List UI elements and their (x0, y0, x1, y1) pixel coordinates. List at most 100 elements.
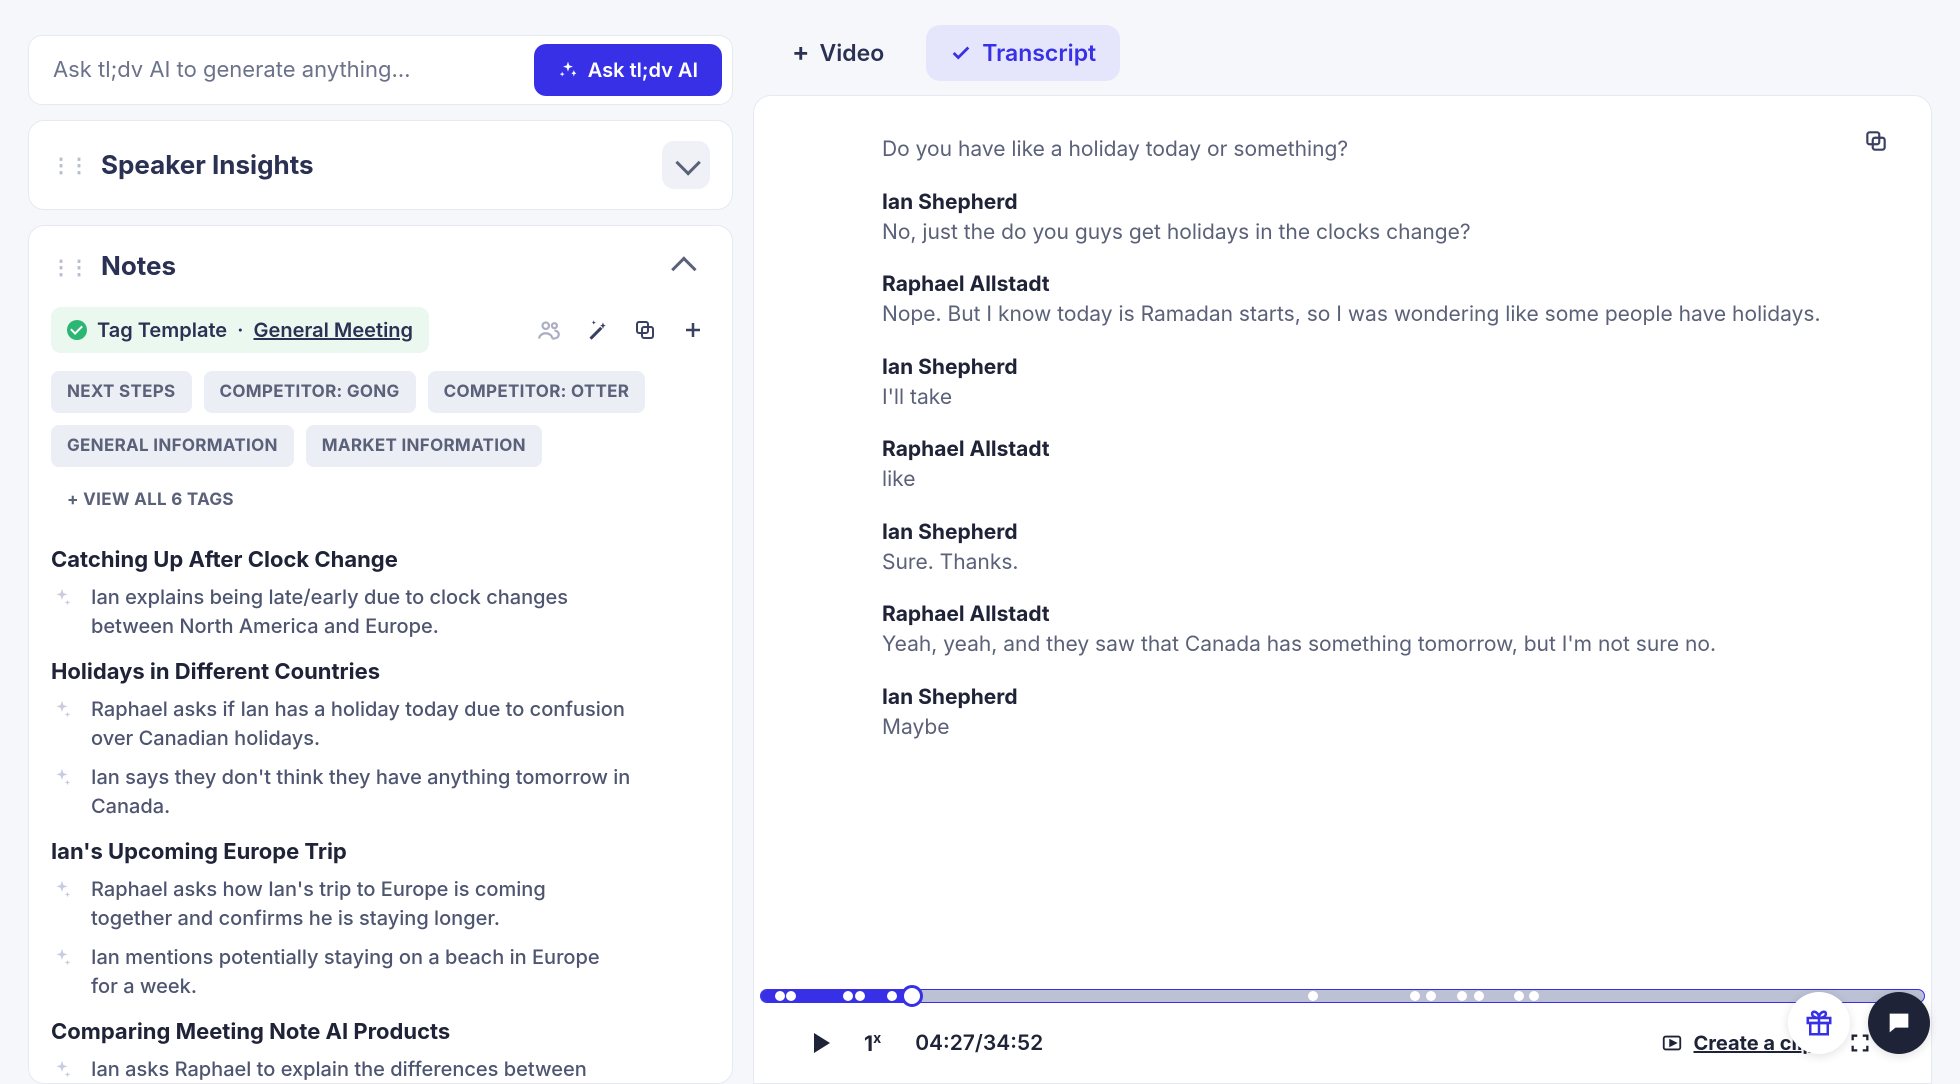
gift-button[interactable] (1788, 992, 1850, 1054)
transcript-line[interactable]: Raphael Allstadtlike (882, 437, 1871, 496)
transcript-speaker: Raphael Allstadt (882, 272, 1871, 297)
magic-wand-icon[interactable] (580, 313, 614, 347)
tag-template-label: Tag Template (97, 318, 227, 342)
note-section-title: Comparing Meeting Note AI Products (51, 1019, 710, 1045)
ask-bar: Ask tl;dv AI (28, 35, 733, 105)
copy-icon[interactable] (628, 313, 662, 347)
transcript-line[interactable]: Ian ShepherdNo, just the do you guys get… (882, 190, 1871, 249)
note-item[interactable]: Ian says they don't think they have anyt… (51, 763, 710, 821)
playback-time: 04:27/34:52 (915, 1031, 1043, 1056)
note-text: Ian explains being late/early due to clo… (91, 583, 631, 641)
chat-button[interactable] (1868, 992, 1930, 1054)
note-item[interactable]: Raphael asks if Ian has a holiday today … (51, 695, 710, 753)
speaker-insights-header[interactable]: ⋮⋮ Speaker Insights (29, 121, 732, 209)
tag-template-link[interactable]: General Meeting (254, 318, 414, 342)
timeline-marker[interactable] (1426, 991, 1436, 1001)
note-text: Ian says they don't think they have anyt… (91, 763, 631, 821)
transcript-body: Do you have like a holiday today or some… (754, 96, 1931, 989)
ask-button[interactable]: Ask tl;dv AI (534, 44, 722, 96)
chip-general-information[interactable]: GENERAL INFORMATION (51, 425, 294, 467)
chip-competitor-gong[interactable]: COMPETITOR: GONG (204, 371, 416, 413)
transcript-speaker: Raphael Allstadt (882, 437, 1871, 462)
transcript-text: Sure. Thanks. (882, 547, 1871, 579)
timeline-marker[interactable] (1410, 991, 1420, 1001)
transcript-line[interactable]: Raphael AllstadtYeah, yeah, and they saw… (882, 602, 1871, 661)
tab-video[interactable]: + Video (768, 25, 908, 81)
transcript-text: Nope. But I know today is Ramadan starts… (882, 299, 1871, 331)
chip-view-all[interactable]: + VIEW ALL 6 TAGS (51, 479, 250, 521)
plus-icon: + (792, 40, 810, 66)
speaker-insights-title: Speaker Insights (101, 150, 314, 181)
people-icon[interactable] (532, 313, 566, 347)
chip-next-steps[interactable]: NEXT STEPS (51, 371, 192, 413)
tab-transcript[interactable]: Transcript (926, 25, 1120, 81)
tab-video-label: Video (820, 39, 885, 67)
drag-handle-icon[interactable]: ⋮⋮ (51, 153, 87, 177)
collapse-button[interactable] (662, 243, 710, 291)
timeline-marker[interactable] (843, 991, 853, 1001)
timeline-marker[interactable] (786, 991, 796, 1001)
note-item[interactable]: Raphael asks how Ian's trip to Europe is… (51, 875, 710, 933)
ask-input[interactable] (51, 56, 522, 84)
note-section-title: Catching Up After Clock Change (51, 547, 710, 573)
note-section-title: Holidays in Different Countries (51, 659, 710, 685)
transcript-text: Maybe (882, 712, 1871, 744)
tabs: + Video Transcript (753, 25, 1932, 81)
timeline-marker[interactable] (855, 991, 865, 1001)
chip-competitor-otter[interactable]: COMPETITOR: OTTER (428, 371, 646, 413)
transcript-line[interactable]: Ian ShepherdSure. Thanks. (882, 520, 1871, 579)
tab-transcript-label: Transcript (982, 39, 1096, 67)
sparkle-icon (51, 947, 73, 969)
timeline-marker[interactable] (1474, 991, 1484, 1001)
tag-template-pill[interactable]: Tag Template · General Meeting (51, 307, 429, 353)
transcript-text: No, just the do you guys get holidays in… (882, 217, 1871, 249)
check-icon (67, 320, 87, 340)
transcript-card: Do you have like a holiday today or some… (753, 95, 1932, 1084)
check-icon (950, 42, 972, 64)
transcript-line[interactable]: Do you have like a holiday today or some… (882, 134, 1871, 166)
timeline-marker[interactable] (887, 991, 897, 1001)
note-item[interactable]: Ian mentions potentially staying on a be… (51, 943, 710, 1001)
play-button[interactable] (814, 1033, 830, 1053)
notes-title: Notes (101, 251, 176, 282)
timeline-marker[interactable] (775, 991, 785, 1001)
notes-header[interactable]: ⋮⋮ Notes (29, 226, 732, 307)
copy-transcript-button[interactable] (1863, 128, 1889, 154)
sparkle-icon (51, 767, 73, 789)
playback-speed[interactable]: 1x (864, 1030, 881, 1057)
drag-handle-icon[interactable]: ⋮⋮ (51, 255, 87, 279)
sparkle-icon (51, 1059, 73, 1081)
player-controls: 1x 04:27/34:52 Create a clip (754, 1003, 1931, 1083)
timeline-handle[interactable] (901, 985, 923, 1007)
timeline-marker[interactable] (1308, 991, 1318, 1001)
transcript-speaker: Ian Shepherd (882, 355, 1871, 380)
transcript-line[interactable]: Ian ShepherdMaybe (882, 685, 1871, 744)
timeline-marker[interactable] (1514, 991, 1524, 1001)
chip-market-information[interactable]: MARKET INFORMATION (306, 425, 542, 467)
note-text: Ian mentions potentially staying on a be… (91, 943, 631, 1001)
note-text: Raphael asks how Ian's trip to Europe is… (91, 875, 631, 933)
note-item[interactable]: Ian explains being late/early due to clo… (51, 583, 710, 641)
note-item[interactable]: Ian asks Raphael to explain the differen… (51, 1055, 710, 1083)
chevron-down-icon (675, 150, 700, 175)
transcript-text: I'll take (882, 382, 1871, 414)
timeline[interactable] (760, 989, 1925, 1003)
expand-button[interactable] (662, 141, 710, 189)
note-text: Ian asks Raphael to explain the differen… (91, 1055, 631, 1083)
transcript-speaker: Ian Shepherd (882, 685, 1871, 710)
note-section-title: Ian's Upcoming Europe Trip (51, 839, 710, 865)
note-text: Raphael asks if Ian has a holiday today … (91, 695, 631, 753)
sparkle-icon (51, 587, 73, 609)
timeline-marker[interactable] (1457, 991, 1467, 1001)
timeline-marker[interactable] (1529, 991, 1539, 1001)
transcript-text: Yeah, yeah, and they saw that Canada has… (882, 629, 1871, 661)
notes-panel: ⋮⋮ Notes Tag Template · General Meeting (28, 225, 733, 1084)
sparkle-icon (558, 60, 578, 80)
ask-button-label: Ask tl;dv AI (588, 58, 698, 82)
speaker-insights-panel: ⋮⋮ Speaker Insights (28, 120, 733, 210)
transcript-text: Do you have like a holiday today or some… (882, 134, 1871, 166)
transcript-line[interactable]: Ian ShepherdI'll take (882, 355, 1871, 414)
transcript-line[interactable]: Raphael AllstadtNope. But I know today i… (882, 272, 1871, 331)
tag-chips: NEXT STEPS COMPETITOR: GONG COMPETITOR: … (51, 371, 710, 521)
add-icon[interactable] (676, 313, 710, 347)
